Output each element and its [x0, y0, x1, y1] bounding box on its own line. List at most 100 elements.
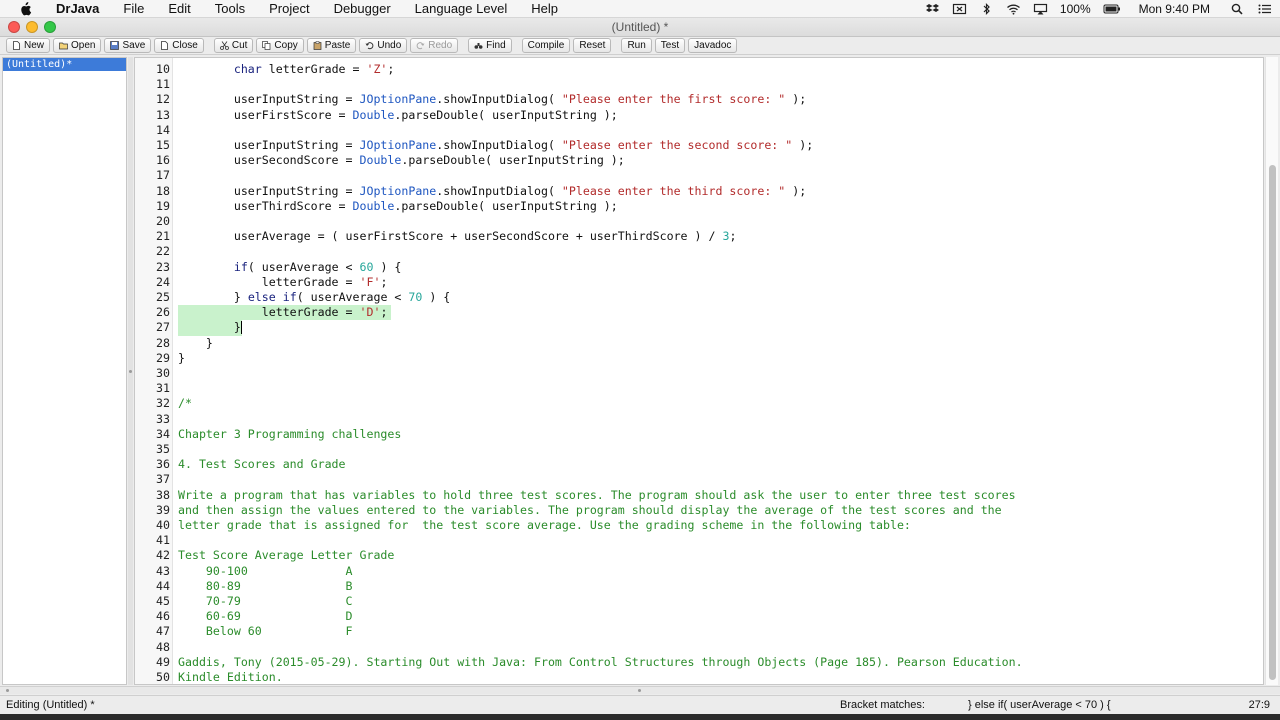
cut-button[interactable]: Cut	[213, 38, 254, 53]
undo-button[interactable]: Undo	[359, 38, 408, 53]
code-line[interactable]: 41	[135, 533, 1263, 548]
editor-vertical-scrollbar[interactable]	[1265, 57, 1278, 685]
code-line[interactable]: 24 letterGrade = 'F';	[135, 275, 1263, 290]
compile-button[interactable]: Compile	[521, 38, 571, 53]
code-line[interactable]: 44 80-89 B	[135, 579, 1263, 594]
pane-splitter[interactable]	[128, 57, 133, 685]
close-button[interactable]: Close	[154, 38, 204, 53]
copy-button[interactable]: Copy	[256, 38, 304, 53]
open-folder-icon	[59, 42, 68, 50]
code-line[interactable]: 39 and then assign the values entered to …	[135, 503, 1263, 518]
code-line[interactable]: 40 letter grade that is assigned for the …	[135, 518, 1263, 533]
line-number: 22	[156, 244, 170, 259]
notification-center-icon[interactable]	[1257, 3, 1272, 15]
code-line[interactable]: 32 /*	[135, 396, 1263, 411]
code-line[interactable]: 14	[135, 123, 1263, 138]
code-line[interactable]: 37	[135, 472, 1263, 487]
code-line[interactable]: 17	[135, 168, 1263, 183]
airplay-icon[interactable]	[1033, 3, 1048, 15]
menu-project[interactable]: Project	[257, 0, 321, 18]
test-button[interactable]: Test	[654, 38, 686, 53]
document-list[interactable]: (Untitled)*	[2, 57, 127, 685]
paste-button[interactable]: Paste	[306, 38, 357, 53]
line-number: 18	[156, 183, 170, 198]
code-line[interactable]: 48	[135, 640, 1263, 655]
document-item-untitled[interactable]: (Untitled)*	[3, 58, 126, 71]
menu-debugger[interactable]: Debugger	[322, 0, 403, 18]
code-editor[interactable]: 10 char letterGrade = 'Z'; 11 12 userInput…	[134, 57, 1264, 685]
code-line[interactable]: 27 }	[135, 320, 1263, 336]
wifi-icon[interactable]	[1006, 3, 1021, 15]
javadoc-button[interactable]: Javadoc	[688, 38, 738, 53]
dropbox-icon[interactable]	[925, 3, 940, 15]
code-line[interactable]: 36 4. Test Scores and Grade	[135, 457, 1263, 472]
code-line[interactable]: 21 userAverage = ( userFirstScore + user…	[135, 229, 1263, 244]
code-line[interactable]: 26 letterGrade = 'D';	[135, 305, 1263, 321]
line-number: 15	[156, 138, 170, 152]
screen-share-icon[interactable]	[952, 3, 967, 15]
code-text: letterGrade = 'F';	[178, 275, 388, 290]
code-line[interactable]: 45 70-79 C	[135, 594, 1263, 609]
code-line[interactable]: 33	[135, 412, 1263, 427]
code-line[interactable]: 34 Chapter 3 Programming challenges	[135, 427, 1263, 442]
battery-icon[interactable]	[1103, 3, 1121, 15]
code-line[interactable]: 16 userSecondScore = Double.parseDouble(…	[135, 153, 1263, 168]
run-button[interactable]: Run	[621, 38, 652, 53]
code-line[interactable]: 10 char letterGrade = 'Z';	[135, 62, 1263, 77]
code-line[interactable]: 49 Gaddis, Tony (2015-05-29). Starting Ou…	[135, 655, 1263, 670]
code-line[interactable]: 46 60-69 D	[135, 609, 1263, 624]
scrollbar-thumb[interactable]	[1269, 165, 1276, 680]
code-line[interactable]: 20	[135, 214, 1263, 229]
undo-button-label: Undo	[377, 40, 402, 51]
code-line[interactable]: 13 userFirstScore = Double.parseDouble( …	[135, 108, 1263, 123]
menu-file[interactable]: File	[111, 0, 156, 18]
code-token: userAverage = ( userFirstScore + userSec…	[178, 229, 723, 244]
code-line[interactable]: 28 }	[135, 336, 1263, 351]
code-token: userInputString =	[178, 138, 360, 152]
code-line[interactable]: 38 Write a program that has variables to …	[135, 488, 1263, 503]
code-line[interactable]: 50 Kindle Edition.	[135, 670, 1263, 684]
new-button[interactable]: New	[6, 38, 51, 53]
code-text: userAverage = ( userFirstScore + userSec…	[178, 229, 737, 244]
code-token: userFirstScore =	[178, 107, 353, 122]
code-token: Chapter 3 Programming challenges	[178, 426, 402, 441]
spotlight-search-icon[interactable]	[1230, 3, 1245, 15]
code-line[interactable]: 12 userInputString = JOptionPane.showInp…	[135, 92, 1263, 107]
code-line[interactable]: 43 90-100 A	[135, 564, 1263, 579]
code-line[interactable]: 23 if( userAverage < 60 ) {	[135, 260, 1263, 275]
redo-button[interactable]: Redo	[410, 38, 459, 53]
horizontal-splitter[interactable]	[0, 686, 1280, 694]
reset-button[interactable]: Reset	[573, 38, 612, 53]
line-number: 14	[156, 122, 170, 137]
code-line[interactable]: 47 Below 60 F	[135, 624, 1263, 639]
code-line[interactable]: 19 userThirdScore = Double.parseDouble( …	[135, 199, 1263, 214]
code-line[interactable]: 35	[135, 442, 1263, 457]
code-line[interactable]: 11	[135, 77, 1263, 92]
code-line[interactable]: 31	[135, 381, 1263, 396]
code-line[interactable]: 29}	[135, 351, 1263, 366]
code-line[interactable]: 30	[135, 366, 1263, 381]
menu-tools[interactable]: Tools	[203, 0, 257, 18]
menu-app-name[interactable]: DrJava	[48, 0, 111, 18]
code-token: letterGrade =	[261, 62, 367, 76]
save-button[interactable]: Save	[104, 38, 152, 53]
javadoc-button-label: Javadoc	[694, 40, 732, 51]
code-line[interactable]: 15 userInputString = JOptionPane.showInp…	[135, 138, 1263, 153]
apple-icon[interactable]	[18, 1, 32, 16]
code-line[interactable]: 18 userInputString = JOptionPane.showInp…	[135, 184, 1263, 199]
open-button[interactable]: Open	[53, 38, 102, 53]
code-line[interactable]: 42 Test Score Average Letter Grade	[135, 548, 1263, 563]
code-line[interactable]: 22	[135, 244, 1263, 259]
code-token: }	[178, 290, 248, 304]
menu-language-level[interactable]: Language Level	[403, 0, 520, 18]
bluetooth-icon[interactable]	[979, 3, 994, 15]
copy-button-label: Copy	[274, 40, 298, 51]
line-number: 11	[156, 77, 170, 92]
code-line[interactable]: 25 } else if( userAverage < 70 ) {	[135, 290, 1263, 305]
redo-button-label: Redo	[428, 40, 453, 51]
menu-edit[interactable]: Edit	[156, 0, 202, 18]
find-button[interactable]: Find	[468, 38, 512, 53]
clock[interactable]: Mon 9:40 PM	[1139, 2, 1210, 16]
line-number: 45	[156, 594, 170, 608]
menu-help[interactable]: Help	[519, 0, 570, 18]
